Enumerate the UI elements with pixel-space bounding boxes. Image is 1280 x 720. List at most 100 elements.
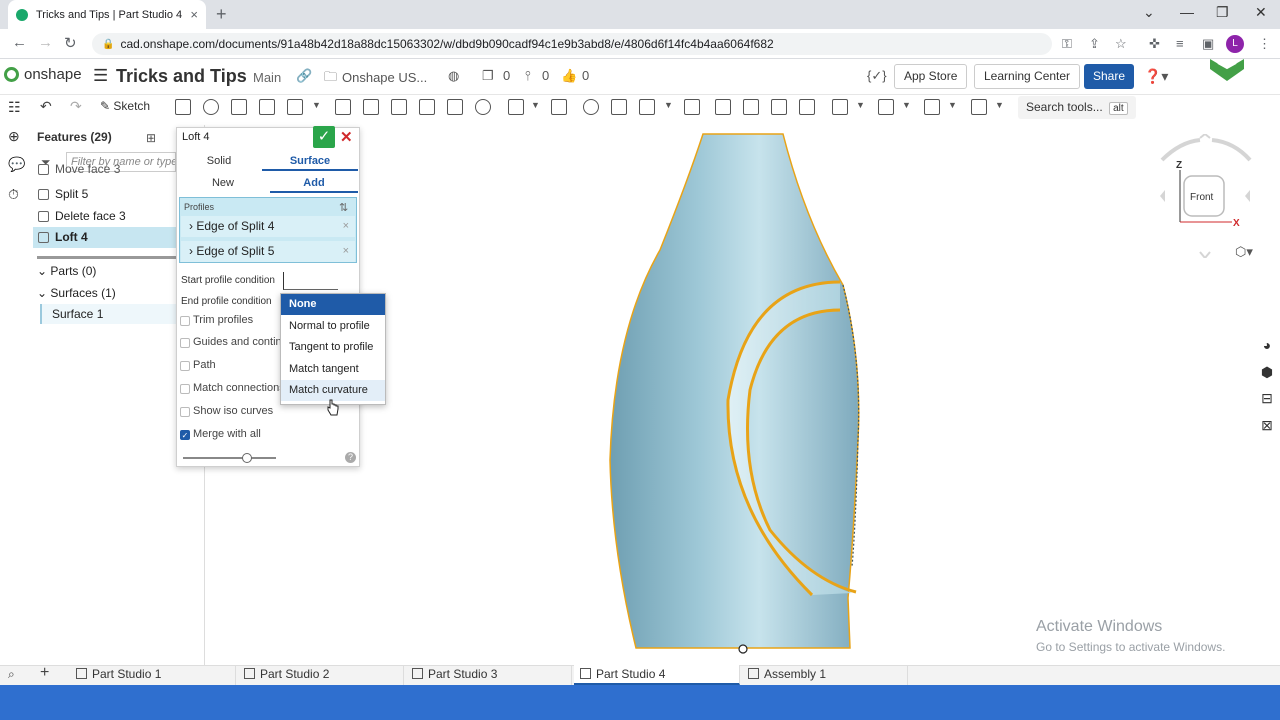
add-folder-icon[interactable]: ⊞ <box>146 131 156 145</box>
shell-icon[interactable] <box>447 99 463 115</box>
share-button[interactable]: Share <box>1084 64 1134 89</box>
new-tab-button[interactable]: + <box>216 4 227 25</box>
versions-icon[interactable]: ❐ <box>482 68 494 84</box>
help-icon[interactable]: ? <box>345 452 356 463</box>
bookmark-star-icon[interactable]: ☆ <box>1115 36 1127 52</box>
dialog-title[interactable]: Loft 4 <box>182 131 210 143</box>
confirm-check-icon[interactable]: ✓ <box>313 126 335 148</box>
origin-marker[interactable] <box>738 644 748 654</box>
thicken-icon[interactable] <box>287 99 303 115</box>
search-tabs-icon[interactable]: ⌕ <box>8 667 15 682</box>
path-checkbox[interactable] <box>180 361 190 371</box>
view-options-icon[interactable]: ⬡▾ <box>1235 244 1253 260</box>
transform-icon[interactable] <box>639 99 655 115</box>
window-close-icon[interactable]: ✕ <box>1255 4 1267 21</box>
branches-icon[interactable]: ⫯ <box>525 68 531 84</box>
revolve-icon[interactable] <box>203 99 219 115</box>
browser-menu-icon[interactable]: ⋮ <box>1258 36 1271 52</box>
mate-connector-icon[interactable] <box>878 99 894 115</box>
feature-list-icon[interactable]: ☷ <box>8 99 21 116</box>
guides-checkbox[interactable] <box>180 338 190 348</box>
remove-icon[interactable]: × <box>343 241 349 262</box>
code-icon[interactable]: {✓} <box>867 68 887 84</box>
remove-icon[interactable]: × <box>343 216 349 237</box>
tab-part-studio-1[interactable]: Part Studio 1 <box>70 665 236 685</box>
insert-icon[interactable]: ⊕ <box>8 128 20 145</box>
parts-section[interactable]: ⌄ Parts (0) <box>37 264 96 278</box>
tab-assembly-1[interactable]: Assembly 1 <box>742 665 908 685</box>
redo-icon[interactable]: ↷ <box>70 98 82 115</box>
extrude-icon[interactable] <box>175 99 191 115</box>
match-connections-checkbox[interactable] <box>180 384 190 394</box>
loft-icon[interactable] <box>259 99 275 115</box>
hole-icon[interactable] <box>475 99 491 115</box>
chevron-down-icon[interactable]: ▼ <box>902 100 911 110</box>
help-icon[interactable]: ❓▾ <box>1144 68 1168 85</box>
sketch-button[interactable]: ✎ Sketch <box>100 99 150 113</box>
start-condition-select[interactable] <box>283 272 338 290</box>
option-match-tangent[interactable]: Match tangent <box>281 359 385 380</box>
mirror-icon[interactable] <box>551 99 567 115</box>
forward-icon[interactable]: → <box>38 34 53 51</box>
tolerance-slider-handle[interactable] <box>242 453 252 463</box>
option-match-curvature[interactable]: Match curvature <box>281 380 385 401</box>
globe-icon[interactable]: ◍ <box>448 68 459 84</box>
profile-item[interactable]: › Edge of Split 5 × <box>181 241 355 262</box>
profile-avatar[interactable]: L <box>1226 35 1244 53</box>
view-cube-front[interactable]: Front <box>1190 192 1213 203</box>
curve-icon[interactable] <box>924 99 940 115</box>
chevron-down-icon[interactable]: ▼ <box>995 100 1004 110</box>
tolerance-slider-track[interactable] <box>183 457 276 459</box>
chevron-down-icon[interactable]: ▼ <box>664 100 673 110</box>
side-panel-icon[interactable]: ▣ <box>1202 36 1214 52</box>
document-title[interactable]: Tricks and Tips <box>116 66 247 87</box>
hamburger-menu-icon[interactable]: ☰ <box>93 66 108 86</box>
minimize-icon[interactable]: — <box>1180 4 1194 20</box>
cancel-close-icon[interactable]: ✕ <box>340 128 353 146</box>
comments-icon[interactable]: 💬 <box>8 156 25 173</box>
option-none[interactable]: None <box>281 294 385 315</box>
replace-face-icon[interactable] <box>799 99 815 115</box>
rib-icon[interactable] <box>419 99 435 115</box>
linear-pattern-icon[interactable] <box>508 99 524 115</box>
onshape-logo-text[interactable]: onshape <box>24 66 82 83</box>
feature-row-loft-4[interactable]: Loft 4 <box>33 227 177 248</box>
variables-icon[interactable]: ⊟ <box>1258 390 1276 408</box>
fillet-icon[interactable] <box>335 99 351 115</box>
tab-search-icon[interactable]: ⌄ <box>1143 4 1155 21</box>
loft-surface-model[interactable] <box>600 130 870 655</box>
delete-face-icon[interactable] <box>743 99 759 115</box>
chamfer-icon[interactable] <box>363 99 379 115</box>
close-tab-icon[interactable]: × <box>190 7 198 22</box>
extensions-icon[interactable]: ✜ <box>1149 36 1160 52</box>
back-icon[interactable]: ← <box>12 34 27 51</box>
merge-with-all-checkbox[interactable]: ✓ <box>180 430 190 440</box>
appearance-icon[interactable]: ◕ <box>1258 337 1276 355</box>
feature-row-move-face[interactable]: Move face 3 <box>33 164 177 176</box>
op-new-tab[interactable]: New <box>180 173 266 193</box>
rollback-bar[interactable] <box>37 256 177 259</box>
learning-center-button[interactable]: Learning Center <box>974 64 1081 89</box>
delete-part-icon[interactable] <box>684 99 700 115</box>
profile-item[interactable]: › Edge of Split 4 × <box>181 216 355 237</box>
link-icon[interactable]: 🔗 <box>296 68 312 84</box>
option-tangent-to-profile[interactable]: Tangent to profile <box>281 337 385 358</box>
tab-part-studio-2[interactable]: Part Studio 2 <box>238 665 404 685</box>
surface-tools-icon[interactable] <box>971 99 987 115</box>
share-page-icon[interactable]: ⇪ <box>1089 36 1100 52</box>
onshape-logo-icon[interactable] <box>4 67 19 82</box>
chevron-down-icon[interactable]: ▼ <box>856 100 865 110</box>
surfaces-section[interactable]: ⌄ Surfaces (1) <box>37 286 116 300</box>
measure-icon[interactable]: ⊠ <box>1258 417 1276 435</box>
option-normal-to-profile[interactable]: Normal to profile <box>281 316 385 337</box>
chevron-down-icon[interactable]: ▼ <box>312 100 321 110</box>
url-field[interactable]: 🔒 cad.onshape.com/documents/91a48b42d18a… <box>92 33 1052 55</box>
add-tab-icon[interactable]: + <box>40 664 49 682</box>
feature-row-delete-face-3[interactable]: Delete face 3 <box>33 206 177 227</box>
type-solid-tab[interactable]: Solid <box>180 151 258 171</box>
reading-list-icon[interactable]: ≡ <box>1176 36 1184 51</box>
draft-icon[interactable] <box>391 99 407 115</box>
surface-item[interactable]: Surface 1 <box>40 304 177 324</box>
move-face-icon[interactable] <box>771 99 787 115</box>
branch-label[interactable]: Main <box>253 70 281 85</box>
